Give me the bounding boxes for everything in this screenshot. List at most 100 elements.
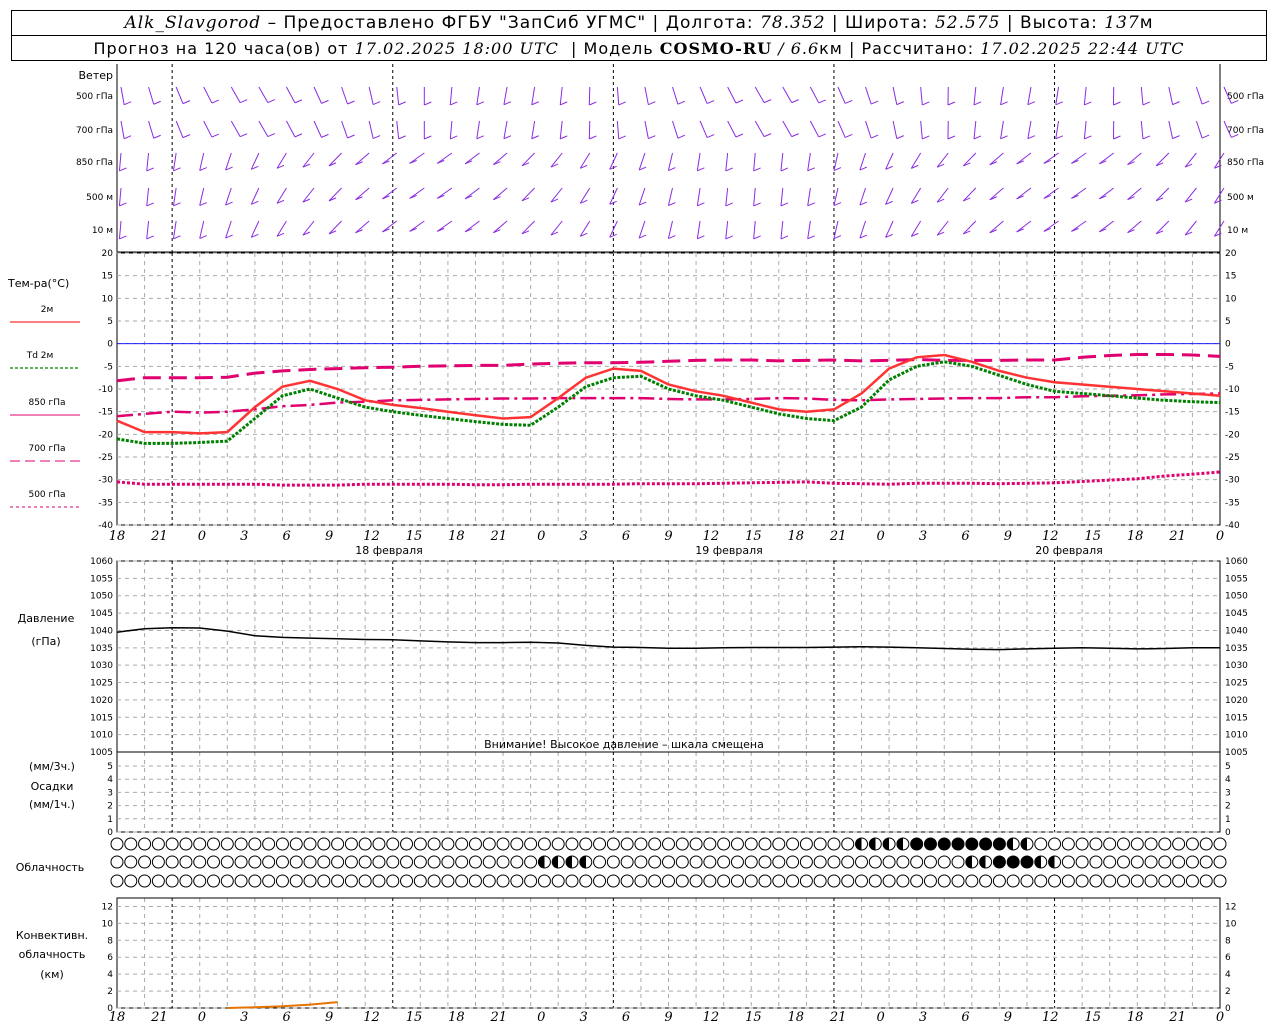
cloud-cover-symbol: [248, 874, 262, 888]
cloud-cover-symbol: [593, 874, 607, 888]
wind-barb-flag: [239, 99, 248, 104]
wind-barb: [175, 86, 184, 104]
cloud-cover-symbol: [744, 855, 758, 869]
cloud-cover-symbol: [786, 874, 800, 888]
temp-ytick-left: -35: [98, 498, 113, 508]
wind-barb: [521, 220, 535, 235]
cloud-cover-symbol: [703, 837, 717, 851]
pressure-ytick-left: 1005: [90, 748, 113, 758]
wind-level-label: 10 м: [92, 226, 113, 236]
conv-ytick-right: 4: [1225, 970, 1231, 980]
wind-barb-flag: [735, 133, 744, 138]
wind-barb: [837, 120, 846, 138]
wind-barb: [120, 86, 125, 105]
wind-barb: [725, 187, 729, 206]
time-tick-label: 21: [490, 529, 508, 544]
cloud-cover-symbol: [717, 855, 731, 869]
wind-barb: [148, 120, 155, 139]
wind-barb: [725, 220, 729, 239]
wind-barb-flag: [1201, 134, 1210, 139]
cloud-cover-symbol: [1158, 874, 1172, 888]
wind-barb: [644, 86, 649, 105]
cloud-cover-symbol: [923, 874, 937, 888]
wind-barb: [1055, 86, 1060, 105]
cloud-cover-symbol: [868, 874, 882, 888]
wind-barb-flag: [1084, 101, 1092, 106]
wind-barb: [286, 86, 296, 104]
cloud-cover-symbol: [827, 837, 841, 851]
cloud-cover-symbol: [965, 874, 979, 888]
wind-barb-flag: [239, 133, 248, 138]
time-tick-label: 0: [198, 529, 206, 544]
cloud-cover-symbol: [606, 837, 620, 851]
pressure-ytick-left: 1020: [90, 696, 113, 706]
wind-barb: [1140, 120, 1144, 139]
conv-ytick-right: 12: [1225, 902, 1236, 912]
time-tick-label: 3: [240, 529, 248, 544]
time-tick-label: 18: [448, 529, 465, 544]
wind-barb: [146, 187, 150, 206]
wind-barb-flag: [153, 100, 161, 105]
cloud-cover-symbol: [951, 855, 965, 869]
temp-ytick-left: 20: [102, 249, 114, 259]
cloud-cover-symbol: [634, 855, 648, 869]
cloud-cover-symbol: [358, 855, 372, 869]
cloud-cover-symbol: [1061, 855, 1075, 869]
cloud-cover-symbol: [634, 837, 648, 851]
wind-barb: [120, 120, 125, 139]
cloud-cover-symbol: [344, 837, 358, 851]
wind-barb-flag: [321, 99, 329, 104]
wind-barb-flag: [531, 135, 539, 140]
temp-ytick-right: 15: [1225, 272, 1236, 282]
wind-barb-flag: [424, 135, 432, 140]
cloud-cover-symbol: [620, 874, 634, 888]
wind-barb: [1195, 86, 1203, 105]
cloud-cover-symbol: [275, 874, 289, 888]
time-tick-label-bottom: 12: [363, 1010, 380, 1024]
cloud-cover-symbol: [110, 874, 124, 888]
time-tick-label: 3: [919, 529, 927, 544]
temp-ytick-right: 10: [1225, 294, 1237, 304]
cloud-cover-symbol: [138, 837, 152, 851]
wind-barb: [989, 220, 1004, 234]
wind-barb-flag: [753, 235, 761, 240]
wind-barb-flag: [780, 167, 789, 172]
cloud-cover-symbol: [220, 874, 234, 888]
wind-barb-flag: [182, 134, 191, 139]
wind-barb: [962, 187, 977, 202]
wind-barb: [807, 220, 811, 239]
wind-barb: [531, 86, 536, 105]
wind-barb: [1099, 152, 1115, 165]
time-tick-label-bottom: 0: [537, 1010, 545, 1024]
cloud-cover-symbol: [730, 837, 744, 851]
wind-barb-flag: [677, 134, 686, 139]
cloud-cover-symbol: [510, 855, 524, 869]
meteogram-svg: Ветер 500 гПа 500 гПа 700 гПа 700 гПа 850 гПа…: [7, 64, 1264, 1024]
cloud-cover-symbol: [1075, 874, 1089, 888]
wind-barb-flag: [294, 133, 303, 138]
cloud-cover-symbol: [524, 855, 538, 869]
wind-barb-flag: [267, 99, 276, 104]
cloud-cover-symbol: [1116, 837, 1130, 851]
precip-label-mid: Осадки: [31, 780, 74, 793]
wind-barb-flag: [618, 101, 626, 106]
cloud-cover-symbol: [910, 837, 924, 851]
conv-ytick-left: 2: [107, 987, 113, 997]
cloud-cover-symbol: [317, 855, 331, 869]
cloud-cover-symbol: [799, 837, 813, 851]
wind-barb: [696, 187, 701, 206]
day-label: 18 февраля: [355, 544, 423, 557]
cloud-cover-symbol: [855, 874, 869, 888]
wind-level-label-right: 500 гПа: [1227, 92, 1264, 102]
precip-ytick-right: 3: [1225, 788, 1231, 798]
wind-level-label: 700 гПа: [76, 126, 113, 136]
cloud-cover-symbol: [275, 837, 289, 851]
wind-barb: [920, 120, 923, 139]
wind-barb-flag: [648, 101, 656, 106]
time-tick-label-bottom: 21: [490, 1010, 508, 1024]
wind-barb-flag: [922, 101, 930, 106]
cloud-cover-symbol: [965, 837, 979, 851]
wind-barb: [833, 152, 839, 171]
cloud-cover-symbol: [1116, 855, 1130, 869]
cloud-cover-symbol: [248, 837, 262, 851]
